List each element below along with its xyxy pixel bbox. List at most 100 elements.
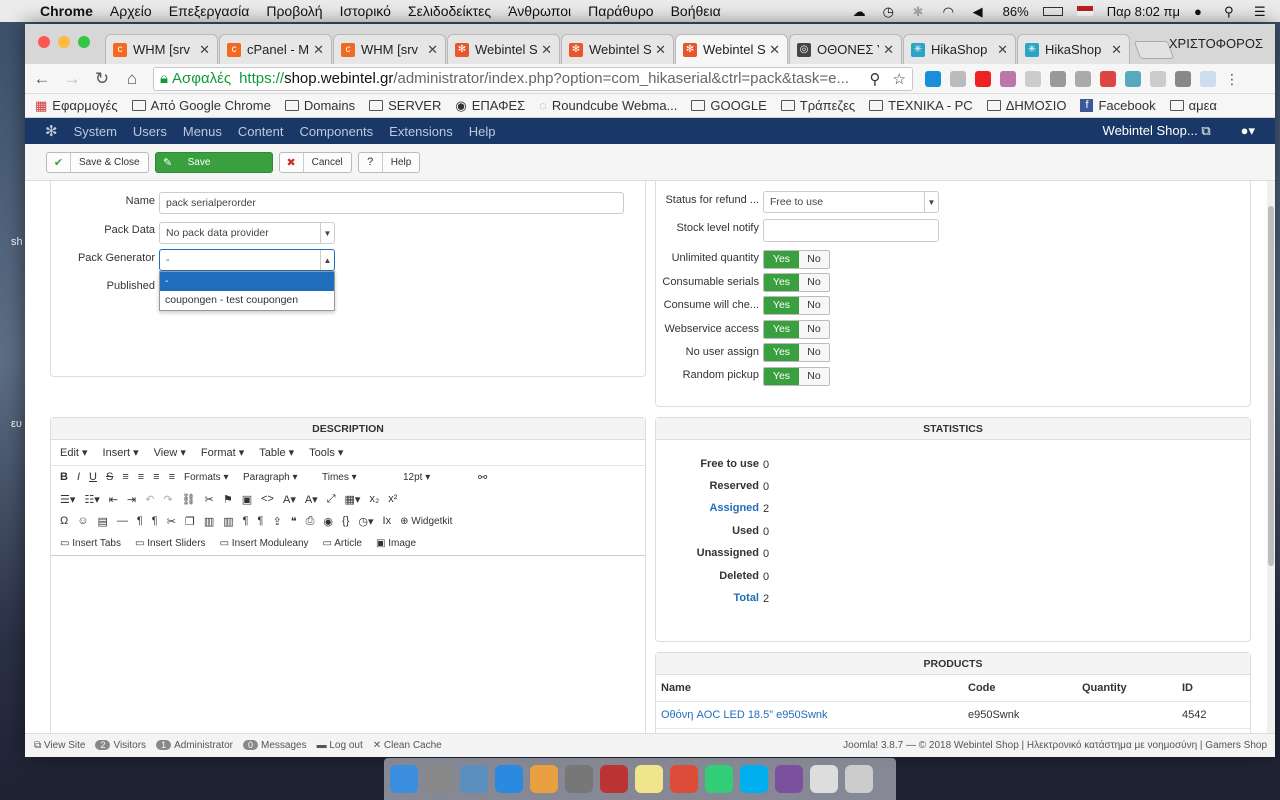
paste-text-icon[interactable]: ▥ <box>223 515 233 528</box>
undo-icon[interactable]: ↶ <box>145 493 154 506</box>
print-icon[interactable]: ⎙ <box>306 515 315 528</box>
system-preferences-icon[interactable] <box>565 765 593 793</box>
extension-bulb-icon[interactable] <box>1175 70 1191 87</box>
show-blocks-icon[interactable]: ¶ <box>243 515 249 527</box>
preview-app-icon[interactable] <box>460 765 488 793</box>
visual-chars-icon[interactable]: ¶ <box>258 515 264 527</box>
photos-icon[interactable] <box>530 765 558 793</box>
product-link[interactable]: Οθόνη AOC LED 18.5" e950Swnk <box>656 709 968 721</box>
link-icon[interactable]: ⛓ <box>182 493 196 506</box>
bookmark-item[interactable]: GOOGLE <box>691 98 767 113</box>
notification-center-icon[interactable]: ☰ <box>1254 4 1270 19</box>
extension-off-icon[interactable] <box>925 70 941 87</box>
launchpad-icon[interactable] <box>425 765 453 793</box>
wifi-icon[interactable]: ◠ <box>943 4 959 19</box>
profile-name[interactable]: ΧΡΙΣΤΟΦΟΡΟΣ <box>1169 36 1263 51</box>
text-color-icon[interactable]: A▾ <box>283 493 296 506</box>
safari-icon[interactable] <box>495 765 523 793</box>
numbered-list-icon[interactable]: ☷▾ <box>84 493 99 506</box>
font-family-dropdown[interactable]: Times ▾ <box>322 472 394 483</box>
outdent-icon[interactable]: ⇤ <box>109 493 118 506</box>
clock[interactable]: Παρ 8:02 πμ <box>1107 4 1180 19</box>
bold-icon[interactable]: B <box>60 471 68 483</box>
paragraph-dropdown[interactable]: Paragraph ▾ <box>243 472 313 483</box>
clock-icon[interactable]: ◷▾ <box>358 515 373 528</box>
menu-window[interactable]: Παράθυρο <box>588 3 653 19</box>
extension-opera-icon[interactable] <box>975 70 991 87</box>
help-button[interactable]: ? Help <box>357 151 421 173</box>
save-close-button[interactable]: ✔ Save & Close <box>46 151 149 173</box>
bookmark-star-icon[interactable]: ☆ <box>893 70 906 88</box>
viber-icon[interactable] <box>775 765 803 793</box>
bookmark-item[interactable]: f Facebook <box>1080 98 1156 113</box>
copy-icon[interactable]: ❐ <box>185 515 195 528</box>
editor-menu-tools[interactable]: Tools ▾ <box>309 446 343 459</box>
close-tab-icon[interactable]: ✕ <box>883 42 894 58</box>
consume-check-toggle[interactable]: Yes No <box>763 296 830 315</box>
back-icon[interactable]: ← <box>33 69 51 89</box>
photo-booth-icon[interactable] <box>600 765 628 793</box>
indent-icon[interactable]: ⇥ <box>127 493 136 506</box>
admin-menu-menus[interactable]: Menus <box>183 124 222 139</box>
preview-icon[interactable]: ◉ <box>323 515 333 528</box>
user-icon[interactable]: ● <box>1194 4 1210 19</box>
battery-percent[interactable]: 86% <box>1003 4 1029 19</box>
unlimited-quantity-toggle[interactable]: Yes No <box>763 250 830 269</box>
editor-content-area[interactable] <box>51 556 645 733</box>
bookmark-item[interactable]: ◌ Roundcube Webma... <box>539 98 677 113</box>
minimize-window-button[interactable] <box>58 36 70 48</box>
template-icon[interactable]: {} <box>342 515 349 527</box>
browser-tab[interactable]: ✳ HikaShop ✕ <box>1017 34 1130 64</box>
browser-tab[interactable]: c WHM [srv ✕ <box>333 34 446 64</box>
status-refund-select[interactable]: Free to use ▼ <box>763 191 939 213</box>
clear-format-icon[interactable]: Ix <box>383 515 392 527</box>
underline-icon[interactable]: U <box>89 471 97 483</box>
site-link[interactable]: Webintel Shop... ⧉ <box>1103 123 1211 139</box>
bookmark-apps[interactable]: ▦ Εφαρμογές <box>35 98 118 114</box>
redo-icon[interactable]: ↷ <box>163 493 172 506</box>
finder-icon[interactable] <box>390 765 418 793</box>
admin-status[interactable]: 1 Administrator <box>156 740 233 751</box>
chrome-menu-icon[interactable]: ⋮ <box>1225 71 1239 87</box>
extension-cup-icon[interactable] <box>1150 70 1166 87</box>
admin-menu-components[interactable]: Components <box>299 124 373 139</box>
unlink-icon[interactable]: ✂ <box>205 493 214 506</box>
bookmark-item[interactable]: Τράπεζες <box>780 98 855 113</box>
image-icon[interactable]: ▣ <box>242 493 252 506</box>
browser-tab[interactable]: ◎ ΟΘΟΝΕΣ Υ ✕ <box>789 34 902 64</box>
align-justify-icon[interactable]: ≡ <box>169 471 175 483</box>
browser-tab[interactable]: c WHM [srv ✕ <box>105 34 218 64</box>
code-icon[interactable]: <> <box>261 493 274 505</box>
strikethrough-icon[interactable]: S <box>106 471 113 483</box>
extension-drive-icon[interactable] <box>950 70 966 87</box>
visitors-status[interactable]: 2 Visitors <box>95 740 146 751</box>
chrome-icon[interactable] <box>670 765 698 793</box>
extension-doc-icon[interactable] <box>1025 70 1041 87</box>
bookmark-item[interactable]: SERVER <box>369 98 441 113</box>
cut-icon[interactable]: ✂ <box>167 515 176 528</box>
font-size-dropdown[interactable]: 12pt ▾ <box>403 472 469 483</box>
align-center-icon[interactable]: ≡ <box>138 471 144 483</box>
image-button[interactable]: ▣ Image <box>376 538 416 549</box>
notes-icon[interactable] <box>635 765 663 793</box>
url-text[interactable]: https://shop.webintel.gr/administrator/i… <box>239 70 863 87</box>
pack-data-select[interactable]: No pack data provider ▼ <box>159 222 335 244</box>
editor-menu-table[interactable]: Table ▾ <box>259 446 294 459</box>
no-user-assign-toggle[interactable]: Yes No <box>763 343 830 362</box>
formats-dropdown[interactable]: Formats ▾ <box>184 472 234 483</box>
menu-people[interactable]: Άνθρωποι <box>508 3 571 19</box>
menu-app-name[interactable]: Chrome <box>40 3 93 19</box>
name-input[interactable]: pack serialperorder <box>159 192 624 214</box>
menu-bookmarks[interactable]: Σελιδοδείκτες <box>408 3 491 19</box>
flag-icon[interactable] <box>1076 6 1093 16</box>
align-left-icon[interactable]: ≡ <box>122 471 128 483</box>
subscript-icon[interactable]: x₂ <box>369 493 379 505</box>
menu-view[interactable]: Προβολή <box>266 3 322 19</box>
consumable-serials-toggle[interactable]: Yes No <box>763 273 830 292</box>
widgetkit-button[interactable]: ⊕ Widgetkit <box>400 516 452 527</box>
close-tab-icon[interactable]: ✕ <box>541 42 552 58</box>
menu-edit[interactable]: Επεξεργασία <box>169 3 250 19</box>
browser-tab-active[interactable]: ✻ Webintel S ✕ <box>675 34 788 64</box>
messages-status[interactable]: 0 Messages <box>242 740 307 751</box>
menu-history[interactable]: Ιστορικό <box>340 3 391 19</box>
